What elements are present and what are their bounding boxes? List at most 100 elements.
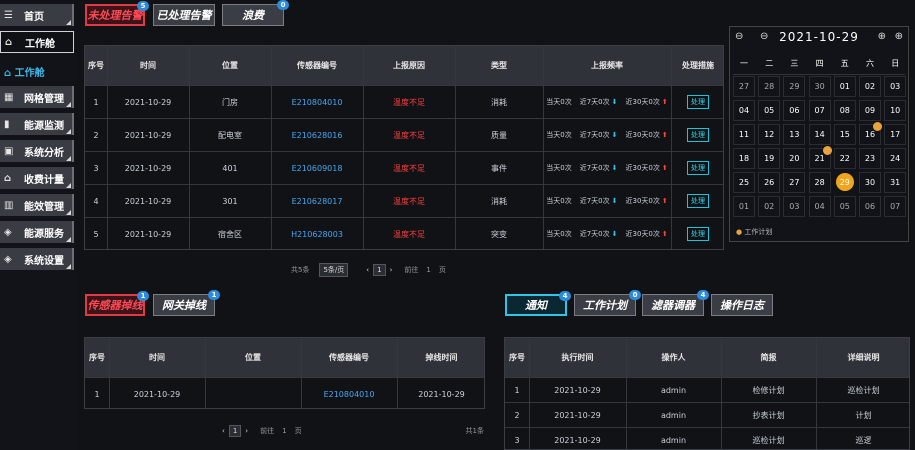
handle-button[interactable]: 处理 — [687, 161, 709, 175]
calendar-day[interactable]: 18 — [733, 148, 755, 169]
calendar-day[interactable]: 25 — [733, 172, 755, 193]
sensor-id-link[interactable]: E210804010 — [271, 86, 363, 118]
calendar-day[interactable]: 05 — [833, 196, 856, 217]
calendar-day[interactable]: 12 — [758, 124, 781, 145]
calendar-day[interactable]: 03 — [884, 76, 907, 97]
calendar-day[interactable]: 14 — [808, 124, 831, 145]
nav-energy-monitor[interactable]: ▮ 能源监测 — [0, 113, 74, 135]
calendar-day[interactable]: 01 — [833, 76, 856, 97]
handle-button[interactable]: 处理 — [687, 194, 709, 208]
calendar-day[interactable]: 28 — [758, 76, 781, 97]
calendar-day[interactable]: 03 — [783, 196, 806, 217]
calendar-day[interactable]: 06 — [783, 100, 806, 121]
nav-billing[interactable]: ⌂ 收费计量 — [0, 167, 74, 189]
tab-unhandled-alarm[interactable]: 未处理告警 5 — [85, 1, 149, 26]
calendar-legend: ● 工作计划 — [736, 228, 773, 236]
calendar-day[interactable]: 19 — [758, 148, 781, 169]
calendar-day[interactable]: 09 — [859, 100, 881, 121]
sensor-id-link[interactable]: E210609018 — [271, 152, 363, 184]
calendar-day[interactable]: 01 — [733, 196, 755, 217]
table-row: 2 2021-10-29 配电室 E210628016 温度不足 质量 当天0次 近7天0次 ⬇… — [85, 118, 723, 151]
nav-workbench[interactable]: ⌂ 工作舱 — [0, 31, 74, 53]
table-header: 序号 时间 位置 传感器编号 掉线时间 — [85, 338, 484, 377]
calendar-day[interactable]: 27 — [733, 76, 755, 97]
arrow-up-icon: ⬆ — [661, 131, 668, 139]
next-year-icon[interactable]: ⊕ — [895, 31, 903, 42]
nav-efficiency[interactable]: ▥ 能效管理 — [0, 194, 74, 216]
home-icon: ⌂ — [5, 36, 13, 48]
prev-page-button[interactable]: ‹ — [366, 266, 369, 274]
calendar-day[interactable]: 29 — [783, 76, 806, 97]
arrow-up-icon: ⬆ — [661, 230, 668, 238]
layers-icon: ◈ — [4, 253, 12, 265]
handle-button[interactable]: 处理 — [687, 95, 709, 109]
table-row: 2 2021-10-29 admin 抄表计划 计划 — [505, 402, 909, 427]
calendar-day[interactable]: 30 — [808, 76, 831, 97]
handle-button[interactable]: 处理 — [687, 128, 709, 142]
calendar-day[interactable]: 04 — [808, 196, 831, 217]
tab-waste[interactable]: 浪费 0 — [222, 0, 289, 26]
next-month-icon[interactable]: ⊕ — [878, 31, 886, 42]
prev-page-button[interactable]: ‹ — [222, 427, 225, 435]
weekday-label: 四 — [815, 59, 824, 68]
calendar-day[interactable]: 31 — [884, 172, 907, 193]
arrow-down-icon: ⬇ — [611, 230, 618, 238]
weekday-label: 五 — [840, 59, 849, 68]
calendar-day[interactable]: 08 — [833, 100, 856, 121]
sensor-id-link[interactable]: H210628003 — [271, 218, 363, 250]
event-dot-icon — [822, 146, 832, 155]
calendar-day[interactable]: 23 — [859, 148, 881, 169]
notice-table: 序号 执行时间 操作人 简报 详细说明 1 2021-10-29 admin 检修计划… — [504, 337, 910, 450]
calendar-day[interactable]: 22 — [833, 148, 856, 169]
calendar-day[interactable]: 17 — [884, 124, 907, 145]
weekday-label: 一 — [740, 59, 748, 68]
calendar-day[interactable]: 05 — [758, 100, 781, 121]
arrow-up-icon: ⬆ — [661, 197, 668, 205]
calendar-day[interactable]: 11 — [733, 124, 755, 145]
calendar-day[interactable]: 20 — [783, 148, 806, 169]
table-row: 5 2021-10-29 宿舍区 H210628003 温度不足 突变 当天0次 近7天0次 ⬇… — [85, 217, 723, 250]
sensor-id-link[interactable]: E210628016 — [271, 119, 363, 151]
calendar-day[interactable]: 13 — [783, 124, 806, 145]
tab-filter[interactable]: 滤器调器 4 — [642, 290, 709, 316]
goto-input[interactable]: 1 — [426, 266, 430, 274]
menu-icon: ☰ — [4, 9, 13, 21]
calendar-day[interactable]: 30 — [859, 172, 881, 193]
tab-notice[interactable]: 通知 4 — [505, 291, 571, 316]
nav-analysis[interactable]: ▣ 系统分析 — [0, 140, 74, 162]
calendar-day[interactable]: 10 — [884, 100, 907, 121]
tab-work-plan[interactable]: 工作计划 0 — [574, 290, 641, 316]
next-page-button[interactable]: › — [245, 427, 248, 435]
calendar-day[interactable]: 24 — [884, 148, 907, 169]
calendar-day[interactable]: 07 — [808, 100, 831, 121]
badge: 5 — [137, 1, 149, 11]
nav-service[interactable]: ◈ 能源服务 — [0, 221, 74, 243]
handle-button[interactable]: 处理 — [687, 227, 709, 241]
calendar-day[interactable]: 02 — [758, 196, 781, 217]
next-page-button[interactable]: › — [390, 266, 393, 274]
arrow-down-icon: ⬇ — [611, 131, 618, 139]
calendar-day[interactable]: 27 — [783, 172, 806, 193]
calendar-day[interactable]: 04 — [733, 100, 755, 121]
calendar-day[interactable]: 07 — [884, 196, 907, 217]
calendar-day[interactable]: 15 — [833, 124, 856, 145]
sensor-id-link[interactable]: E210628017 — [271, 185, 363, 217]
page-size-select[interactable]: 5条/页 — [319, 263, 349, 277]
tab-operation-log[interactable]: 操作日志 — [711, 294, 773, 316]
tab-gateway-offline[interactable]: 网关掉线 1 — [153, 290, 220, 316]
nav-workbench-sub[interactable]: ⌂ 工作舱 — [4, 64, 45, 79]
nav-grid[interactable]: ▦ 网格管理 — [0, 86, 74, 108]
nav-settings[interactable]: ◈ 系统设置 — [0, 248, 74, 270]
calendar-day[interactable]: 26 — [758, 172, 781, 193]
page-number[interactable]: 1 — [228, 425, 242, 437]
table-row: 1 2021-10-29 E210804010 2021-10-29 — [85, 377, 484, 410]
tab-handled-alarm[interactable]: 已处理告警 — [153, 4, 215, 26]
calendar-day[interactable]: 29 — [835, 173, 854, 191]
calendar-day[interactable]: 28 — [808, 172, 831, 193]
goto-input[interactable]: 1 — [282, 427, 286, 435]
tab-sensor-offline[interactable]: 传感器掉线 1 — [85, 291, 149, 316]
calendar-day[interactable]: 06 — [859, 196, 881, 217]
calendar-day[interactable]: 02 — [859, 76, 881, 97]
nav-home[interactable]: ☰ 首页 — [0, 4, 74, 26]
page-number[interactable]: 1 — [373, 264, 386, 276]
